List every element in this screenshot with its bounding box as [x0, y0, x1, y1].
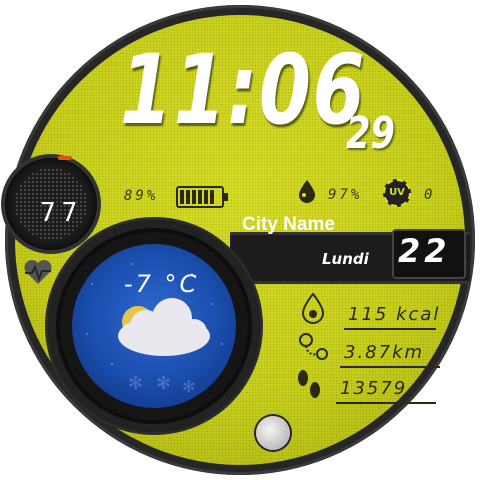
steps-icon	[298, 370, 320, 398]
city-name: City Name	[242, 214, 335, 235]
time-seconds: 29	[346, 108, 395, 159]
uv-value: 0	[424, 187, 436, 203]
svg-text:✻: ✻	[128, 373, 143, 394]
distance-underline	[340, 366, 440, 368]
heart-rate-value: 77	[40, 198, 84, 228]
calories-value: 115 kcal	[348, 304, 441, 325]
steps-value: 13579	[340, 378, 408, 399]
moon-phase-icon	[256, 416, 290, 450]
battery-icon	[176, 186, 228, 208]
svg-text:✻: ✻	[182, 377, 195, 396]
humidity-drop-icon	[299, 180, 315, 203]
date-value: 22	[398, 232, 451, 270]
battery-fill	[180, 190, 216, 204]
temperature: -7 °C	[124, 270, 200, 298]
weather-display: ✻ ✻ ✻	[72, 244, 236, 408]
steps-underline	[336, 402, 436, 404]
svg-text:✻: ✻	[156, 373, 171, 394]
uv-icon: UV	[383, 179, 411, 207]
humidity-percent: 97%	[328, 187, 363, 203]
calories-icon	[301, 292, 325, 324]
cloud-sun-snow-icon: ✻ ✻ ✻	[86, 263, 223, 396]
day-label: Lundi	[322, 250, 369, 268]
heart-rate-accent	[58, 156, 72, 160]
distance-icon	[299, 333, 328, 360]
distance-value: 3.87km	[344, 342, 425, 363]
heart-rate-icon	[24, 260, 52, 284]
calories-underline	[344, 328, 436, 330]
battery-percent: 89%	[124, 188, 159, 204]
time-hours-minutes: 11:06	[120, 34, 367, 146]
